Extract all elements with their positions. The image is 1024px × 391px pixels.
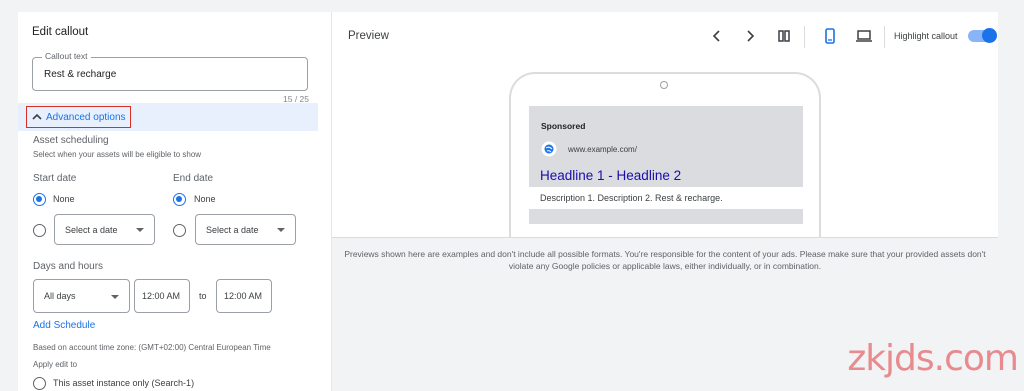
sponsored-label: Sponsored — [541, 121, 586, 131]
end-date-label: End date — [173, 173, 214, 184]
asset-scheduling-hint: Select when your assets will be eligible… — [33, 150, 202, 159]
end-date-select-value: Select a date — [206, 224, 259, 235]
edit-callout-panel: Edit callout Callout text Rest & recharg… — [18, 12, 332, 391]
apply-instance-label: This asset instance only (Search-1) — [53, 378, 195, 388]
end-time-select[interactable]: 12:00 AM — [216, 279, 272, 313]
chevron-right-icon[interactable] — [741, 27, 759, 45]
start-date-select[interactable]: Select a date — [54, 214, 155, 245]
time-range-separator: to — [199, 291, 207, 301]
start-date-label: Start date — [33, 173, 77, 184]
mobile-device-icon[interactable] — [821, 27, 839, 45]
end-time-value: 12:00 AM — [224, 291, 263, 301]
end-date-custom-radio[interactable] — [173, 224, 186, 237]
toolbar-divider — [884, 26, 885, 48]
days-hours-label: Days and hours — [33, 261, 104, 272]
start-date-none-radio[interactable] — [33, 193, 46, 206]
days-select[interactable]: All days — [33, 279, 130, 313]
ad-description: Description 1. Description 2. Rest & rec… — [540, 193, 723, 203]
start-time-select[interactable]: 12:00 AM — [134, 279, 190, 313]
phone-camera-icon — [660, 81, 668, 89]
advanced-options-label: Advanced options — [46, 111, 126, 123]
apply-instance-radio[interactable] — [33, 377, 46, 390]
globe-icon — [541, 141, 557, 157]
toggle-knob — [982, 28, 997, 43]
callout-text-label: Callout text — [42, 51, 91, 61]
advanced-options-toggle[interactable]: Advanced options — [26, 106, 131, 128]
watermark: zkjds.com — [847, 338, 1019, 379]
panel-title: Edit callout — [32, 26, 89, 38]
start-time-value: 12:00 AM — [142, 291, 181, 301]
dropdown-caret-icon — [277, 228, 285, 232]
chevron-left-icon[interactable] — [708, 27, 726, 45]
callout-text-value[interactable]: Rest & recharge — [44, 69, 116, 80]
dropdown-caret-icon — [111, 295, 119, 299]
end-date-none-label: None — [194, 194, 216, 204]
preview-panel: Preview Highlight callout Sponsored www.… — [332, 12, 998, 391]
preview-disclaimer: Previews shown here are examples and don… — [344, 249, 986, 271]
chevron-up-icon — [32, 113, 42, 120]
desktop-device-icon[interactable] — [855, 27, 873, 45]
ad-url: www.example.com/ — [568, 145, 637, 154]
highlight-callout-label: Highlight callout — [894, 31, 958, 41]
toolbar-divider — [804, 26, 805, 48]
asset-scheduling-heading: Asset scheduling — [33, 135, 109, 146]
ad-headline[interactable]: Headline 1 - Headline 2 — [540, 168, 681, 183]
timezone-note: Based on account time zone: (GMT+02:00) … — [33, 343, 271, 352]
columns-view-icon[interactable] — [775, 27, 793, 45]
preview-title: Preview — [348, 30, 389, 42]
end-date-select[interactable]: Select a date — [195, 214, 296, 245]
end-date-none-radio[interactable] — [173, 193, 186, 206]
add-schedule-link[interactable]: Add Schedule — [33, 320, 95, 331]
start-date-custom-radio[interactable] — [33, 224, 46, 237]
start-date-select-value: Select a date — [65, 224, 118, 235]
apply-edit-label: Apply edit to — [33, 360, 78, 369]
start-date-none-label: None — [53, 194, 75, 204]
dropdown-caret-icon — [136, 228, 144, 232]
days-select-value: All days — [44, 291, 76, 301]
